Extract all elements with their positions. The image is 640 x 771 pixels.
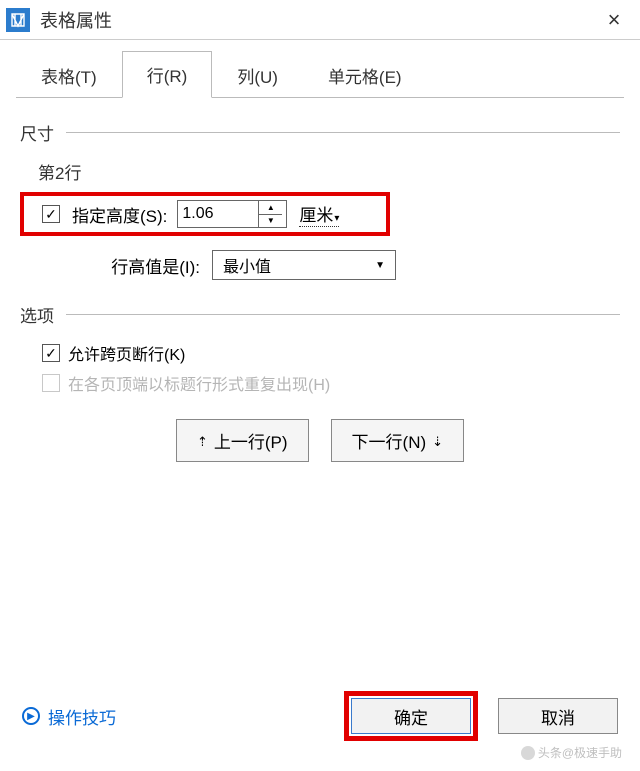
height-input[interactable]: [178, 201, 258, 227]
watermark-text: 头条@极速手助: [538, 744, 622, 761]
current-row-label: 第2行: [38, 159, 620, 184]
options-section: 选项 允许跨页断行(K) 在各页顶端以标题行形式重复出现(H) 上一行(P) 下…: [20, 302, 620, 462]
prev-row-label: 上一行(P): [214, 428, 288, 453]
titlebar: 表格属性 ×: [0, 0, 640, 40]
size-header-label: 尺寸: [20, 120, 54, 145]
close-button[interactable]: ×: [596, 7, 632, 33]
tab-bar: 表格(T) 行(R) 列(U) 单元格(E): [16, 52, 624, 98]
row-height-is-row: 行高值是(I): 最小值: [50, 250, 620, 280]
spin-up-icon[interactable]: ▲: [259, 201, 282, 215]
arrow-up-icon: [197, 431, 208, 451]
row-nav-buttons: 上一行(P) 下一行(N): [20, 419, 620, 462]
tab-cell[interactable]: 单元格(E): [303, 52, 427, 98]
next-row-button[interactable]: 下一行(N): [331, 419, 465, 462]
specify-height-checkbox[interactable]: [42, 205, 60, 223]
app-icon: [6, 8, 30, 32]
footer: ▶ 操作技巧 确定 取消: [0, 691, 640, 741]
repeat-header-label: 在各页顶端以标题行形式重复出现(H): [68, 371, 330, 395]
allow-break-label: 允许跨页断行(K): [68, 341, 185, 365]
ok-button[interactable]: 确定: [351, 698, 471, 734]
ok-label: 确定: [394, 704, 428, 729]
size-header: 尺寸: [20, 120, 620, 145]
row-height-is-label: 行高值是(I):: [50, 253, 200, 278]
allow-break-checkbox[interactable]: [42, 344, 60, 362]
tips-label: 操作技巧: [48, 704, 116, 729]
spinner-buttons: ▲ ▼: [258, 201, 282, 227]
options-header: 选项: [20, 302, 620, 327]
prev-row-button[interactable]: 上一行(P): [176, 419, 309, 462]
watermark-icon: [521, 746, 535, 760]
size-section: 尺寸 第2行 指定高度(S): ▲ ▼ 厘米 行高值是(I): 最小值: [20, 120, 620, 280]
divider: [66, 314, 620, 315]
specify-height-label: 指定高度(S):: [72, 202, 167, 227]
spin-down-icon[interactable]: ▼: [259, 215, 282, 228]
tab-column[interactable]: 列(U): [212, 52, 303, 98]
watermark: 头条@极速手助: [521, 744, 622, 761]
next-row-label: 下一行(N): [352, 428, 427, 453]
dialog-content: 表格(T) 行(R) 列(U) 单元格(E) 尺寸 第2行 指定高度(S): ▲…: [0, 52, 640, 462]
row-height-is-value: 最小值: [223, 253, 271, 277]
tips-link[interactable]: ▶ 操作技巧: [22, 704, 116, 729]
highlight-height-group: 指定高度(S): ▲ ▼ 厘米: [20, 192, 390, 236]
unit-dropdown[interactable]: 厘米: [299, 201, 339, 227]
tab-table[interactable]: 表格(T): [16, 52, 122, 98]
cancel-button[interactable]: 取消: [498, 698, 618, 734]
arrow-down-icon: [432, 431, 443, 451]
footer-buttons: 确定 取消: [344, 691, 618, 741]
highlight-ok-group: 确定: [344, 691, 478, 741]
repeat-header-row: 在各页顶端以标题行形式重复出现(H): [32, 371, 620, 395]
row-height-is-select[interactable]: 最小值: [212, 250, 396, 280]
allow-break-row: 允许跨页断行(K): [32, 341, 620, 365]
window-title: 表格属性: [40, 7, 596, 33]
cancel-label: 取消: [541, 704, 575, 729]
height-spinner: ▲ ▼: [177, 200, 287, 228]
repeat-header-checkbox: [42, 374, 60, 392]
play-icon: ▶: [22, 707, 40, 725]
tab-row[interactable]: 行(R): [122, 51, 213, 98]
divider: [66, 132, 620, 133]
options-header-label: 选项: [20, 302, 54, 327]
